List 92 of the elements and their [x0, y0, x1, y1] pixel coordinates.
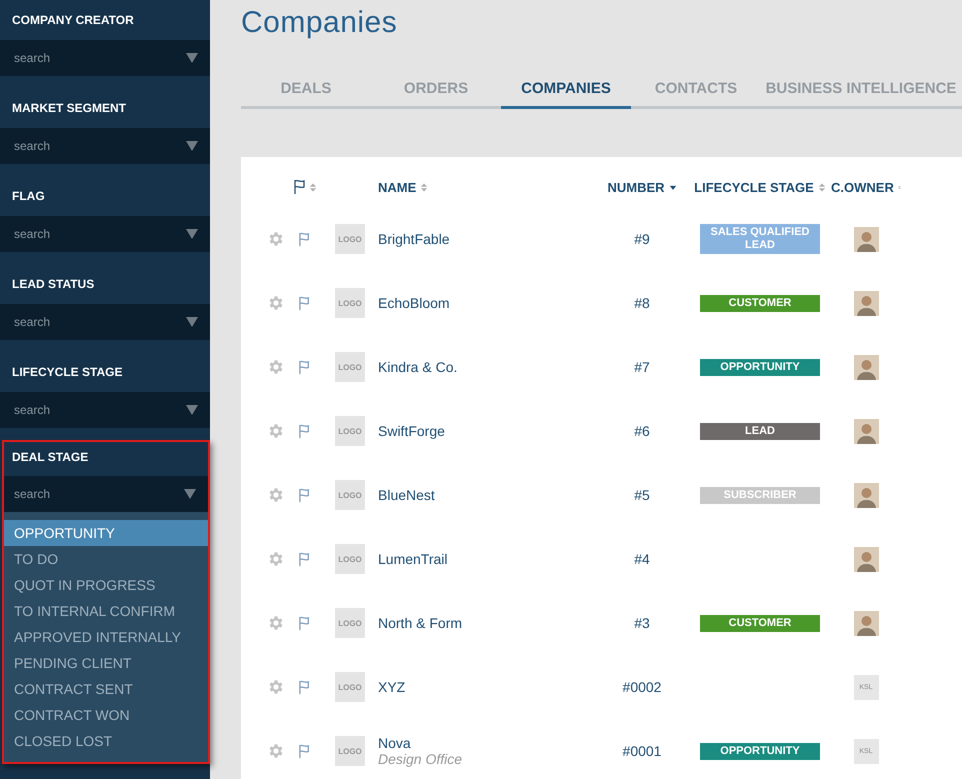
company-name[interactable]: BrightFable — [365, 231, 595, 247]
lifecycle-badge: CUSTOMER — [700, 614, 820, 632]
filter-title: FLAG — [11, 188, 46, 205]
logo-image: LOGO — [335, 352, 365, 382]
column-header[interactable]: C.OWNER — [831, 180, 894, 194]
lifecycle-badge: CUSTOMER — [700, 294, 820, 312]
filter-title: MARKET SEGMENT — [11, 100, 127, 117]
lifecycle-badge: SALES QUALIFIED LEAD — [700, 224, 820, 254]
filter-title: LIFECYCLE STAGE — [11, 364, 124, 381]
column-header[interactable]: LIFECYCLE STAGE — [694, 180, 814, 194]
company-number: #0002 — [622, 679, 662, 695]
filter-title: LEAD STATUS — [11, 276, 96, 293]
logo-image: LOGO — [335, 224, 365, 254]
logo-image: LOGO — [335, 672, 365, 702]
company-number: #5 — [633, 487, 651, 503]
company-number: #3 — [633, 615, 651, 631]
tab[interactable]: COMPANIES — [501, 80, 631, 109]
company-number: #7 — [633, 359, 651, 375]
gear-icon[interactable] — [267, 358, 285, 376]
search-field[interactable]: search — [14, 304, 186, 340]
gear-icon[interactable] — [267, 614, 285, 632]
search-dropdown[interactable]: search — [0, 216, 210, 252]
search-field[interactable]: search — [14, 40, 186, 76]
avatar-icon — [854, 482, 878, 508]
company-number: #0001 — [622, 743, 662, 759]
gear-icon[interactable] — [267, 550, 285, 568]
avatar-icon — [854, 226, 878, 252]
sort-icon[interactable] — [818, 182, 826, 192]
avatar-icon — [854, 290, 878, 316]
logo-image: LOGO — [335, 416, 365, 446]
search-field[interactable]: search — [14, 392, 186, 428]
company-name[interactable]: Kindra & Co. — [365, 359, 595, 375]
search-field[interactable]: search — [14, 216, 186, 252]
logo-image: LOGO — [335, 544, 365, 574]
company-name[interactable]: XYZ — [365, 679, 595, 695]
company-name[interactable]: North & Form — [365, 615, 595, 631]
page-title: Companies — [241, 5, 398, 41]
search-dropdown[interactable]: search — [0, 128, 210, 164]
lifecycle-badge: OPPORTUNITY — [700, 742, 820, 760]
dropdown-option[interactable]: APPROVED INTERNALLY — [4, 624, 208, 650]
dropdown-option[interactable]: TO INTERNAL CONFIRM — [4, 598, 208, 624]
company-name[interactable]: EchoBloom — [365, 295, 595, 311]
search-field[interactable]: search — [14, 128, 186, 164]
filter-title: COMPANY CREATOR — [11, 12, 135, 29]
dropdown-option[interactable]: CONTRACT WON — [4, 702, 208, 728]
dropdown-option[interactable]: QUOT IN PROGRESS — [4, 572, 208, 598]
sort-icon[interactable] — [309, 182, 317, 192]
avatar-icon — [854, 418, 878, 444]
gear-icon[interactable] — [267, 486, 285, 504]
column-header[interactable]: NUMBER — [607, 180, 665, 194]
filter-title: DEAL STAGE — [4, 442, 208, 476]
search-field[interactable]: search — [14, 476, 184, 512]
gear-icon[interactable] — [267, 742, 285, 760]
avatar-icon — [854, 354, 878, 380]
company-subtitle: Design Office — [378, 751, 464, 767]
gear-icon[interactable] — [267, 294, 285, 312]
caret-icon[interactable] — [186, 229, 198, 239]
avatar-icon — [854, 546, 878, 572]
logo-image: LOGO — [335, 608, 365, 638]
sort-icon[interactable] — [420, 182, 428, 192]
dropdown-option[interactable]: OPPORTUNITY — [4, 520, 208, 546]
avatar-icon — [854, 610, 878, 636]
search-dropdown[interactable]: search — [0, 304, 210, 340]
company-number: #8 — [633, 295, 651, 311]
gear-icon[interactable] — [267, 422, 285, 440]
search-dropdown[interactable]: search — [0, 40, 210, 76]
company-name[interactable]: BlueNest — [365, 487, 595, 503]
logo-image: LOGO — [335, 288, 365, 318]
search-dropdown[interactable]: search — [4, 476, 208, 512]
company-number: #6 — [633, 423, 651, 439]
caret-icon[interactable] — [184, 489, 196, 499]
search-dropdown[interactable]: search — [0, 392, 210, 428]
dropdown-option[interactable]: CLOSED LOST — [4, 728, 208, 754]
logo-image: LOGO — [335, 480, 365, 510]
dropdown-option[interactable]: CONTRACT SENT — [4, 676, 208, 702]
dropdown-option[interactable]: TO DO — [4, 546, 208, 572]
caret-icon[interactable] — [186, 317, 198, 327]
caret-icon[interactable] — [186, 53, 198, 63]
company-number: #4 — [633, 551, 651, 567]
gear-icon[interactable] — [267, 678, 285, 696]
gear-icon[interactable] — [267, 230, 285, 248]
column-header[interactable]: NAME — [378, 180, 416, 194]
lifecycle-badge: OPPORTUNITY — [700, 358, 820, 376]
company-name[interactable]: Nova — [378, 735, 595, 751]
logo-image: LOGO — [335, 736, 365, 766]
caret-icon[interactable] — [186, 141, 198, 151]
company-name[interactable]: SwiftForge — [365, 423, 595, 439]
company-number: #9 — [633, 231, 651, 247]
company-name[interactable]: LumenTrail — [365, 551, 595, 567]
dropdown-option[interactable]: PENDING CLIENT — [4, 650, 208, 676]
caret-icon[interactable] — [186, 405, 198, 415]
lifecycle-badge: LEAD — [700, 422, 820, 440]
